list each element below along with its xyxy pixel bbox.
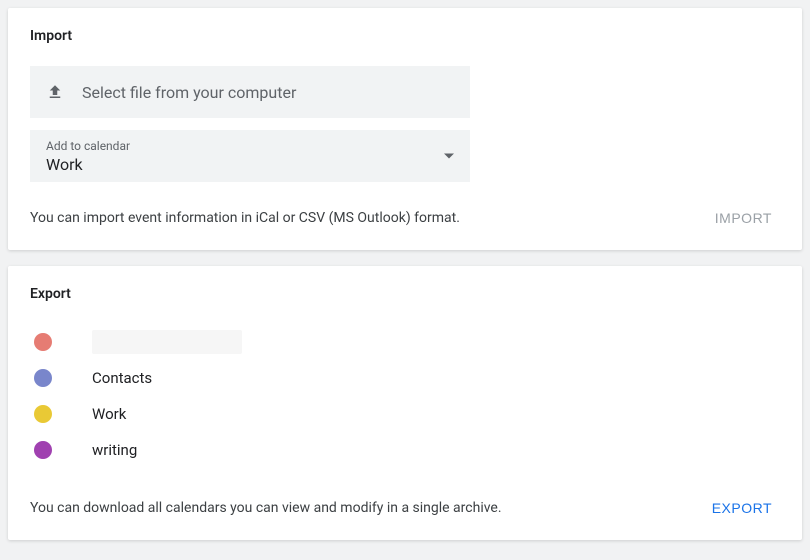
calendar-name: Contacts	[92, 369, 152, 387]
export-footer: You can download all calendars you can v…	[30, 494, 780, 522]
list-item: Contacts	[30, 360, 780, 396]
calendar-color-dot	[34, 333, 52, 351]
select-file-button[interactable]: Select file from your computer	[30, 66, 470, 118]
list-item	[30, 324, 780, 360]
import-title: Import	[30, 28, 780, 44]
export-calendar-list: Contacts Work writing	[30, 324, 780, 468]
calendar-color-dot	[34, 369, 52, 387]
import-card: Import Select file from your computer Ad…	[8, 8, 802, 250]
import-footer: You can import event information in iCal…	[30, 204, 780, 232]
list-item: Work	[30, 396, 780, 432]
export-card: Export Contacts Work writing You can dow…	[8, 266, 802, 540]
calendar-select-dropdown[interactable]: Add to calendar Work	[30, 130, 470, 182]
import-helper-text: You can import event information in iCal…	[30, 210, 460, 226]
upload-icon	[46, 83, 64, 101]
list-item: writing	[30, 432, 780, 468]
calendar-name: writing	[92, 441, 137, 459]
import-button[interactable]: IMPORT	[707, 204, 780, 232]
export-helper-text: You can download all calendars you can v…	[30, 500, 502, 516]
export-button[interactable]: EXPORT	[704, 494, 780, 522]
calendar-color-dot	[34, 441, 52, 459]
select-file-label: Select file from your computer	[82, 83, 296, 102]
calendar-select-value: Work	[46, 155, 454, 174]
calendar-name: Work	[92, 405, 126, 423]
calendar-color-dot	[34, 405, 52, 423]
calendar-select-label: Add to calendar	[46, 139, 454, 153]
export-title: Export	[30, 286, 780, 302]
calendar-name-redacted	[92, 330, 242, 354]
